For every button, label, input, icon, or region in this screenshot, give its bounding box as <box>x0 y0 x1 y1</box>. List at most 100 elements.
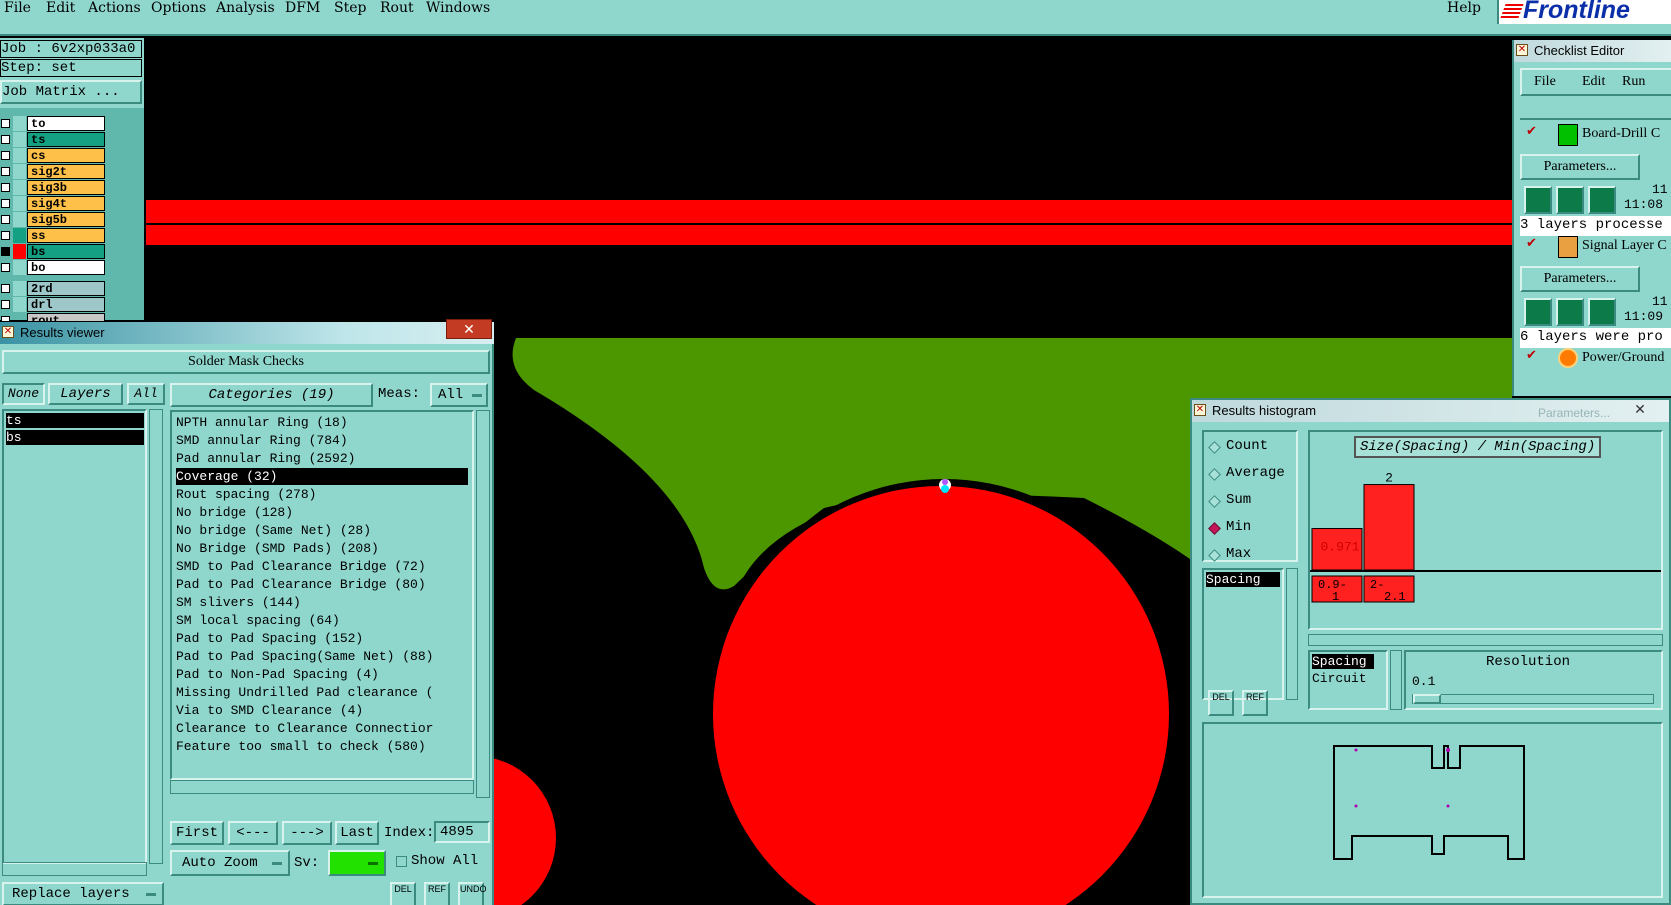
measure-item[interactable]: Spacing <box>1206 572 1280 587</box>
layer-row[interactable]: ss <box>0 228 106 243</box>
checklist-menu-file[interactable]: File <box>1534 74 1556 90</box>
layer-checkbox[interactable] <box>1 215 10 224</box>
resolution-slider[interactable] <box>1412 694 1654 704</box>
category-item[interactable]: No bridge (Same Net) (28) <box>176 522 371 539</box>
category-item[interactable]: Feature too small to check (580) <box>176 738 426 755</box>
group-item-selected[interactable]: Spacing <box>1312 654 1374 669</box>
menu-step[interactable]: Step <box>334 0 366 30</box>
layer-row[interactable]: ts <box>0 132 106 147</box>
result-layer-item[interactable]: bs <box>6 430 144 445</box>
menu-file[interactable]: File <box>4 0 31 30</box>
replace-layers-dropdown[interactable]: Replace layers <box>2 882 164 905</box>
parameters-button[interactable]: Parameters... <box>1520 266 1640 292</box>
check-enabled-icon[interactable]: ✔ <box>1526 348 1537 363</box>
menu-analysis[interactable]: Analysis <box>216 0 275 30</box>
measure-scrollbar[interactable] <box>1286 568 1298 700</box>
category-item[interactable]: NPTH annular Ring (18) <box>176 414 348 431</box>
layer-row[interactable]: sig4t <box>0 196 106 211</box>
layer-row[interactable]: cs <box>0 148 106 163</box>
menu-dfm[interactable]: DFM <box>285 0 320 30</box>
run-step-icon[interactable] <box>1588 186 1616 214</box>
ref-button[interactable]: REF <box>424 882 450 905</box>
menu-actions[interactable]: Actions <box>88 0 141 30</box>
layer-row[interactable]: to <box>0 116 106 131</box>
run-all-icon[interactable] <box>1556 298 1584 326</box>
category-item[interactable]: Via to SMD Clearance (4) <box>176 702 363 719</box>
layer-list-hscrollbar[interactable] <box>2 862 147 876</box>
layer-row[interactable]: rout <box>0 313 106 321</box>
category-item[interactable]: Pad annular Ring (2592) <box>176 450 355 467</box>
layer-row[interactable]: bo <box>0 260 106 275</box>
category-item[interactable]: SM slivers (144) <box>176 594 301 611</box>
histogram-titlebar[interactable]: ✕ Results histogram Parameters... ✕ <box>1192 400 1669 422</box>
meas-dropdown[interactable]: All <box>430 383 488 407</box>
layer-checkbox[interactable] <box>1 263 10 272</box>
category-item[interactable]: Rout spacing (278) <box>176 486 316 503</box>
layer-checkbox[interactable] <box>1 231 10 240</box>
index-input[interactable]: 4895 <box>434 821 490 843</box>
category-hscrollbar[interactable] <box>170 780 474 794</box>
run-step-icon[interactable] <box>1588 298 1616 326</box>
next-button[interactable]: ---> <box>282 821 332 845</box>
group-scrollbar[interactable] <box>1390 650 1402 710</box>
category-item[interactable]: Pad to Non-Pad Spacing (4) <box>176 666 379 683</box>
close-icon[interactable]: ✕ <box>1628 400 1652 420</box>
prev-button[interactable]: <--- <box>228 821 278 845</box>
categories-button[interactable]: Categories (19) <box>170 383 373 407</box>
category-item[interactable]: Pad to Pad Spacing(Same Net) (88) <box>176 648 433 665</box>
undo-button[interactable]: UNDO <box>458 882 487 905</box>
last-button[interactable]: Last <box>335 821 379 845</box>
category-item[interactable]: SMD to Pad Clearance Bridge (72) <box>176 558 426 575</box>
layer-row[interactable]: bs <box>0 244 106 259</box>
layer-checkbox[interactable] <box>1 316 10 321</box>
all-button[interactable]: All <box>127 383 165 405</box>
layer-checkbox[interactable] <box>1 183 10 192</box>
layers-button[interactable]: Layers <box>48 383 123 405</box>
category-item[interactable]: Clearance to Clearance Connectior <box>176 720 433 737</box>
category-item[interactable]: Pad to Pad Clearance Bridge (80) <box>176 576 426 593</box>
hist-ref-button[interactable]: REF <box>1242 690 1268 716</box>
parameters-button[interactable]: Parameters... <box>1520 154 1640 180</box>
menu-edit[interactable]: Edit <box>46 0 75 30</box>
first-button[interactable]: First <box>170 821 224 845</box>
sv-color-dropdown[interactable] <box>328 850 386 876</box>
board-preview[interactable] <box>1202 722 1663 898</box>
layer-row[interactable]: sig5b <box>0 212 106 227</box>
zoom-dropdown[interactable]: Auto Zoom <box>170 850 290 876</box>
category-item-selected[interactable]: Coverage (32) <box>176 468 468 485</box>
layer-row[interactable]: 2rd <box>0 281 106 296</box>
layer-row[interactable]: sig3b <box>0 180 106 195</box>
layer-checkbox[interactable] <box>1 167 10 176</box>
layer-checkbox[interactable] <box>1 300 10 309</box>
category-item[interactable]: No bridge (128) <box>176 504 293 521</box>
show-all-checkbox[interactable] <box>396 856 407 867</box>
layer-checkbox[interactable] <box>1 284 10 293</box>
category-vscrollbar[interactable] <box>476 410 490 798</box>
layer-list-scrollbar[interactable] <box>149 409 163 864</box>
menu-help[interactable]: Help <box>1447 0 1481 30</box>
menu-options[interactable]: Options <box>151 0 206 30</box>
category-item[interactable]: Missing Undrilled Pad clearance ( <box>176 684 433 701</box>
layer-checkbox[interactable] <box>1 247 10 256</box>
category-item[interactable]: No Bridge (SMD Pads) (208) <box>176 540 379 557</box>
layer-checkbox[interactable] <box>1 199 10 208</box>
result-layer-item[interactable]: ts <box>6 413 144 428</box>
job-matrix-button[interactable]: Job Matrix ... <box>0 80 142 104</box>
check-enabled-icon[interactable]: ✔ <box>1526 124 1537 139</box>
hist-del-button[interactable]: DEL <box>1208 690 1234 716</box>
checklist-menu-edit[interactable]: Edit <box>1582 74 1605 90</box>
none-button[interactable]: None <box>2 383 45 405</box>
check-enabled-icon[interactable]: ✔ <box>1526 236 1537 251</box>
category-item[interactable]: SM local spacing (64) <box>176 612 340 629</box>
layer-row[interactable]: sig2t <box>0 164 106 179</box>
menu-rout[interactable]: Rout <box>380 0 414 30</box>
menu-windows[interactable]: Windows <box>426 0 490 30</box>
del-button[interactable]: DEL <box>390 882 416 905</box>
run-icon[interactable] <box>1524 298 1552 326</box>
layer-checkbox[interactable] <box>1 151 10 160</box>
resolution-slider-thumb[interactable] <box>1413 694 1441 704</box>
run-all-icon[interactable] <box>1556 186 1584 214</box>
category-item[interactable]: SMD annular Ring (784) <box>176 432 348 449</box>
layer-checkbox[interactable] <box>1 135 10 144</box>
checklist-menu-run[interactable]: Run <box>1622 74 1645 90</box>
